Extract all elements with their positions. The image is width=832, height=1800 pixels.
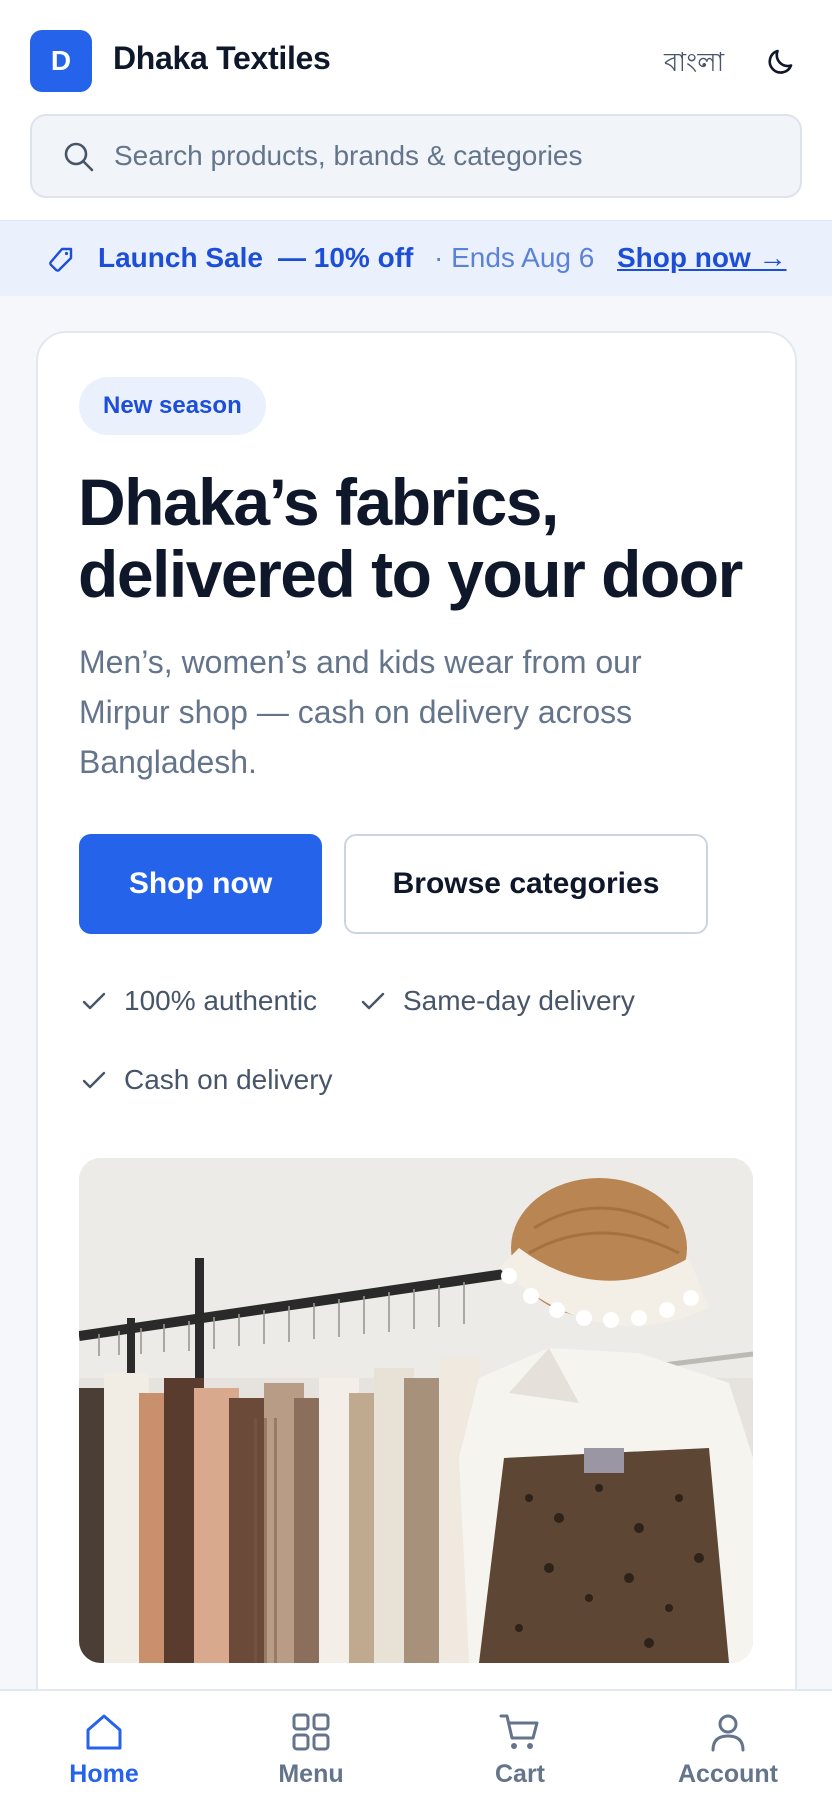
check-icon [361, 992, 385, 1010]
hero-image-clothing-rack [79, 1158, 753, 1663]
grid-icon [292, 1713, 330, 1751]
brand-name[interactable]: Dhaka Textiles [113, 40, 331, 77]
nav-item-account[interactable]: Account [653, 1710, 803, 1798]
home-icon [86, 1714, 122, 1750]
user-icon [711, 1714, 745, 1752]
feature-same-day-delivery: Same-day delivery [359, 985, 635, 1017]
nav-item-home[interactable]: Home [29, 1710, 179, 1798]
check-icon [82, 1071, 106, 1089]
nav-item-menu[interactable]: Menu [236, 1710, 386, 1798]
promo-discount: — 10% off [278, 242, 414, 273]
brand-logo[interactable]: D [30, 30, 92, 92]
browse-categories-button[interactable]: Browse categories [344, 834, 708, 934]
language-toggle-button[interactable]: বাংলা [664, 42, 724, 86]
new-season-badge: New season [79, 377, 266, 435]
tag-icon [49, 247, 73, 272]
logo-letter: D [50, 45, 72, 76]
feature-label: Cash on delivery [124, 1064, 333, 1095]
feature-label: Same-day delivery [403, 985, 635, 1016]
promo-shop-now-link[interactable]: Shop now → [617, 242, 787, 274]
promo-end-date: · Ends Aug 6 [434, 242, 595, 273]
cart-icon [499, 1714, 539, 1749]
moon-icon [768, 49, 793, 74]
search-bar[interactable] [30, 114, 802, 198]
check-icon [82, 992, 106, 1010]
hero-title: Dhaka’s fabrics, delivered to your door [78, 465, 743, 611]
nav-label: Menu [278, 1760, 344, 1788]
nav-label: Home [69, 1760, 139, 1788]
nav-label: Account [678, 1760, 778, 1788]
feature-cash-on-delivery: Cash on delivery [80, 1064, 333, 1096]
hero-subtitle: Men’s, women’s and kids wear from our Mi… [79, 644, 642, 780]
search-icon [64, 142, 94, 172]
feature-label: 100% authentic [124, 985, 318, 1016]
nav-label: Cart [494, 1760, 545, 1788]
search-input[interactable] [114, 116, 774, 196]
promo-title: Launch Sale [98, 242, 263, 273]
nav-item-cart[interactable]: Cart [445, 1710, 595, 1798]
theme-toggle-button[interactable] [764, 42, 800, 78]
shop-now-button[interactable]: Shop now [79, 834, 322, 934]
feature-authentic: 100% authentic [80, 985, 317, 1017]
